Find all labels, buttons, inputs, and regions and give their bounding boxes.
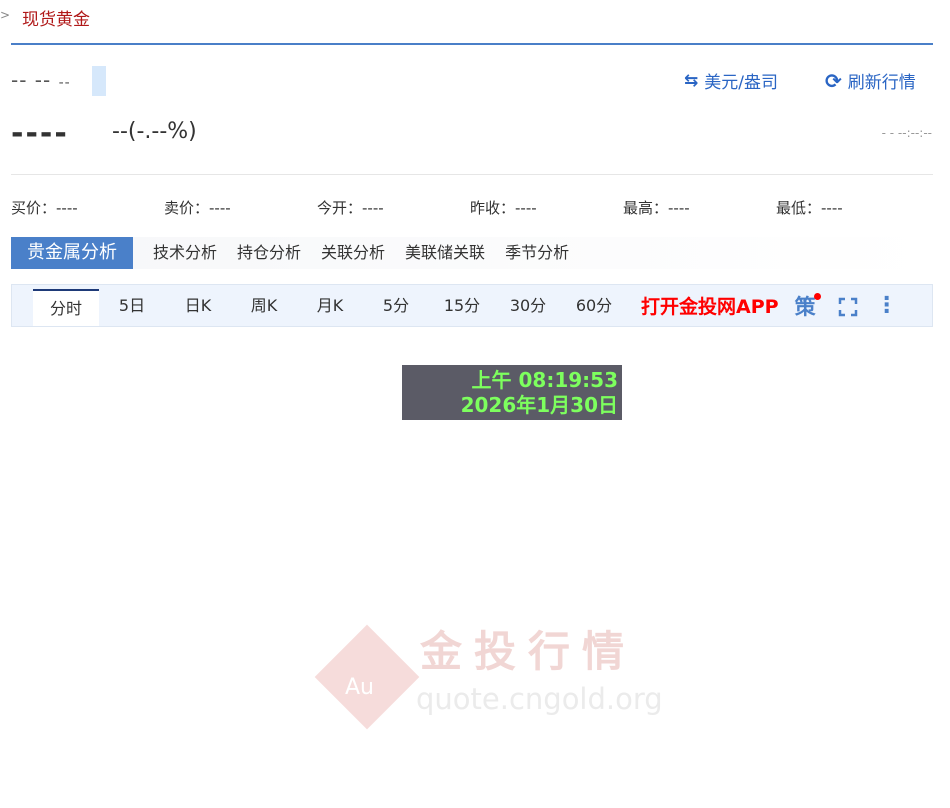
swap-icon: ⇆: [684, 70, 699, 91]
period-30min[interactable]: 30分: [495, 288, 561, 324]
period-15min[interactable]: 15分: [429, 288, 495, 324]
unit-toggle-button[interactable]: ⇆ 美元/盎司: [684, 68, 778, 94]
period-5min[interactable]: 5分: [363, 288, 429, 324]
tab-technical[interactable]: 技术分析: [143, 237, 227, 269]
breadcrumb-arrow: >: [0, 8, 11, 22]
stat-low: 最低：----: [776, 199, 843, 217]
unit-label: 美元/盎司: [704, 73, 778, 93]
period-5day[interactable]: 5日: [99, 288, 165, 324]
status-indicator: [92, 66, 106, 96]
tab-positions[interactable]: 持仓分析: [227, 237, 311, 269]
watermark-url: quote.cngold.org: [416, 682, 663, 716]
timestamp-overlay: 上午 08:19:53 2026年1月30日: [402, 365, 622, 420]
quote-date-small: --: [58, 75, 71, 91]
open-app-link[interactable]: 打开金投网APP: [641, 292, 779, 319]
tab-precious-metals[interactable]: 贵金属分析: [11, 237, 133, 269]
fullscreen-icon[interactable]: [838, 297, 857, 316]
period-weekly[interactable]: 周K: [231, 288, 297, 324]
watermark-logo-text: Au: [345, 675, 374, 700]
refresh-label: 刷新行情: [847, 73, 916, 93]
quote-time: - - --:--:--: [881, 126, 932, 140]
current-price: ----: [11, 116, 69, 151]
page-title[interactable]: 现货黄金: [22, 5, 90, 30]
title-divider: [11, 43, 933, 45]
refresh-button[interactable]: ⟳ 刷新行情: [825, 68, 916, 94]
period-intraday[interactable]: 分时: [33, 289, 99, 326]
overlay-date: 2026年1月30日: [460, 393, 618, 417]
more-icon[interactable]: ⋮: [876, 294, 898, 316]
stat-bid: 买价：----: [11, 199, 78, 217]
price-change: --(-.--%): [112, 119, 197, 144]
period-monthly[interactable]: 月K: [297, 288, 363, 324]
analysis-tabs: 贵金属分析 技术分析 持仓分析 关联分析 美联储关联 季节分析: [11, 237, 933, 269]
overlay-time: 上午 08:19:53: [471, 368, 618, 392]
stat-open: 今开：----: [317, 199, 384, 217]
period-60min[interactable]: 60分: [561, 288, 627, 324]
watermark-name: 金投行情: [420, 627, 637, 676]
quote-date: -- -- --: [11, 68, 71, 92]
tab-seasonal[interactable]: 季节分析: [495, 237, 579, 269]
refresh-icon: ⟳: [825, 68, 842, 93]
tab-fed[interactable]: 美联储关联: [395, 237, 495, 269]
period-daily[interactable]: 日K: [165, 288, 231, 324]
tab-correlation[interactable]: 关联分析: [311, 237, 395, 269]
stat-ask: 卖价：----: [164, 199, 231, 217]
quote-date-main: -- --: [11, 68, 52, 92]
stat-high: 最高：----: [623, 199, 690, 217]
period-toolbar: 分时 5日 日K 周K 月K 5分 15分 30分 60分 打开金投网APP 策…: [11, 284, 933, 327]
divider: [11, 174, 933, 175]
strategy-button[interactable]: 策: [795, 291, 821, 321]
stat-prev-close: 昨收：----: [470, 199, 537, 217]
